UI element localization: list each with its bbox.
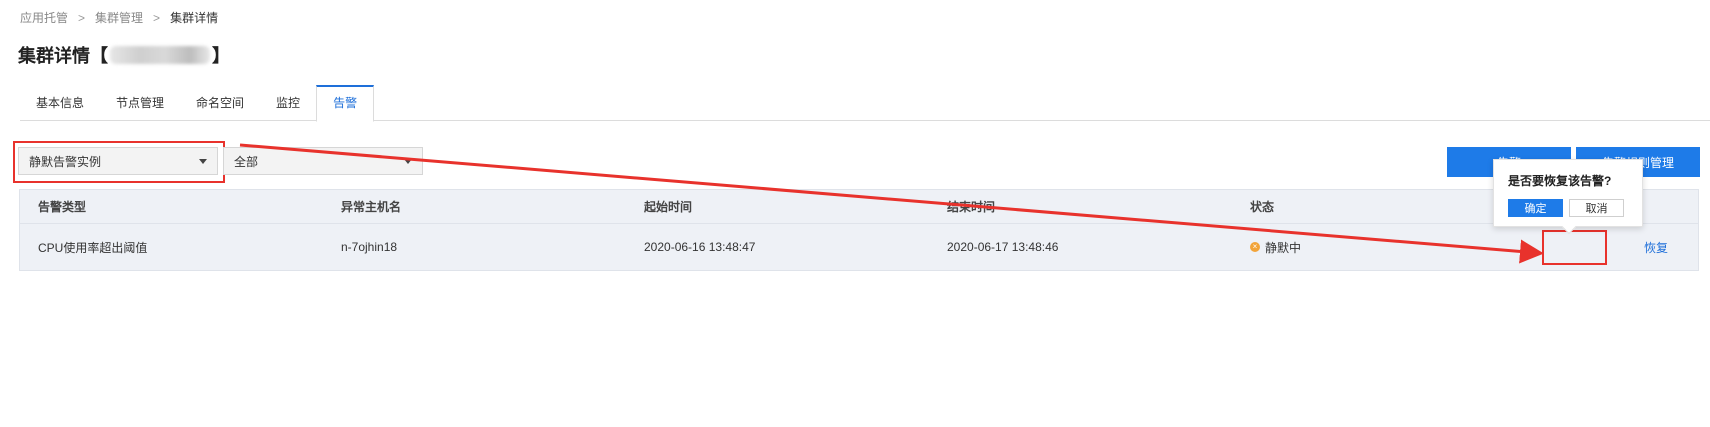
tab-namespace[interactable]: 命名空间	[180, 85, 260, 121]
annotation-highlight-box	[13, 141, 225, 183]
tab-node-management[interactable]: 节点管理	[100, 85, 180, 121]
popover-title: 是否要恢复该告警?	[1508, 174, 1612, 188]
alert-table: 告警类型 异常主机名 起始时间 结束时间 状态 CPU使用率超出阈值 n-7oj…	[19, 189, 1699, 271]
restore-link[interactable]: 恢复	[1644, 241, 1668, 255]
column-header-end-time: 结束时间	[947, 200, 996, 214]
breadcrumb: 应用托管 > 集群管理 > 集群详情	[20, 9, 218, 26]
cell-end-time: 2020-06-17 13:48:46	[947, 240, 1059, 254]
tab-bar: 基本信息 节点管理 命名空间 监控 告警	[20, 85, 1710, 122]
scope-select[interactable]: 全部	[223, 147, 423, 175]
cell-alert-type: CPU使用率超出阈值	[38, 240, 148, 255]
page-title: 集群详情【 】	[18, 42, 230, 68]
confirm-button[interactable]: 确定	[1508, 199, 1563, 217]
column-header-status: 状态	[1250, 200, 1275, 214]
breadcrumb-separator: >	[78, 10, 86, 25]
column-header-alert-type: 告警类型	[38, 200, 87, 214]
scope-value: 全部	[234, 154, 259, 169]
annotation-highlight-box	[1542, 230, 1607, 265]
cell-status: × 静默中	[1232, 239, 1532, 256]
popover-actions: 确定 取消	[1508, 199, 1628, 217]
redacted-cluster-name	[110, 46, 210, 64]
page-title-suffix: 】	[212, 46, 230, 66]
status-text: 静默中	[1265, 240, 1302, 255]
restore-confirm-popover: 是否要恢复该告警? 确定 取消	[1493, 159, 1643, 235]
cell-host: n-7ojhin18	[341, 240, 398, 254]
cell-start-time: 2020-06-16 13:48:47	[644, 240, 756, 254]
breadcrumb-item-cluster-management[interactable]: 集群管理	[95, 9, 143, 26]
tab-basic-info[interactable]: 基本信息	[20, 85, 100, 121]
breadcrumb-item-cluster-detail: 集群详情	[170, 11, 219, 25]
tab-monitoring[interactable]: 监控	[260, 85, 316, 121]
caret-down-icon	[404, 158, 412, 164]
page-title-prefix: 集群详情【	[18, 46, 108, 66]
status-badge: × 静默中	[1250, 239, 1532, 256]
table-header: 告警类型 异常主机名 起始时间 结束时间 状态	[20, 190, 1698, 224]
breadcrumb-item-app-hosting[interactable]: 应用托管	[20, 9, 68, 26]
table-row: CPU使用率超出阈值 n-7ojhin18 2020-06-16 13:48:4…	[20, 224, 1698, 270]
tab-alerts[interactable]: 告警	[316, 85, 375, 122]
column-header-host: 异常主机名	[341, 200, 402, 214]
breadcrumb-separator: >	[153, 10, 161, 25]
silenced-status-icon: ×	[1250, 242, 1260, 252]
cancel-button[interactable]: 取消	[1569, 199, 1624, 217]
column-header-start-time: 起始时间	[644, 200, 693, 214]
